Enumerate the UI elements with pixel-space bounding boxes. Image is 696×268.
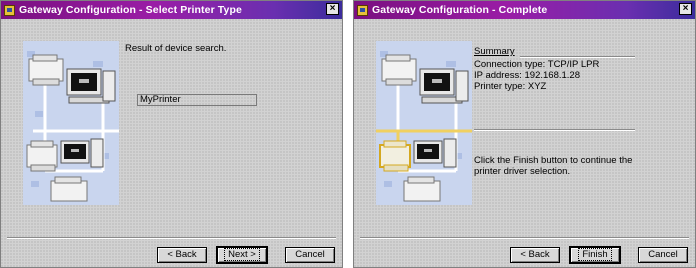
back-button[interactable]: < Back — [510, 247, 560, 263]
connection-type-text: Connection type: TCP/IP LPR — [474, 59, 600, 70]
printer-type-text: Printer type: XYZ — [474, 81, 547, 92]
app-icon — [4, 4, 15, 16]
finish-button[interactable]: Finish — [569, 246, 621, 264]
window-title: Gateway Configuration - Select Printer T… — [19, 4, 242, 16]
finish-button-label: Finish — [578, 248, 612, 261]
app-icon — [357, 4, 368, 16]
network-printers-image — [376, 41, 472, 205]
network-illustration — [23, 41, 119, 205]
title-bar: Gateway Configuration - Select Printer T… — [1, 1, 342, 19]
result-of-device-search-label: Result of device search. — [125, 43, 227, 54]
finish-instruction-line-2: printer driver selection. — [474, 166, 571, 177]
next-button[interactable]: Next > — [216, 246, 268, 264]
configuration-complete-dialog: Gateway Configuration - Complete × Summa… — [353, 0, 696, 268]
back-button[interactable]: < Back — [157, 247, 207, 263]
summary-separator — [520, 56, 635, 58]
finish-instructions: Click the Finish button to continue the … — [474, 155, 632, 177]
content-separator — [474, 129, 635, 131]
next-button-label: Next > — [224, 248, 260, 261]
close-button[interactable]: × — [326, 3, 339, 15]
network-illustration — [376, 41, 472, 205]
network-printers-image — [23, 41, 119, 205]
title-bar: Gateway Configuration - Complete × — [354, 1, 695, 19]
close-button[interactable]: × — [679, 3, 692, 15]
window-title: Gateway Configuration - Complete — [372, 4, 548, 16]
summary-details: Connection type: TCP/IP LPR IP address: … — [474, 59, 599, 92]
summary-label: Summary — [474, 46, 515, 57]
button-separator — [7, 237, 336, 239]
cancel-button[interactable]: Cancel — [638, 247, 688, 263]
ip-address-text: IP address: 192.168.1.28 — [474, 70, 580, 81]
printer-name-field[interactable]: MyPrinter — [137, 94, 257, 106]
finish-instruction-line-1: Click the Finish button to continue the — [474, 155, 633, 166]
button-separator — [360, 237, 689, 239]
cancel-button[interactable]: Cancel — [285, 247, 335, 263]
select-printer-type-dialog: Gateway Configuration - Select Printer T… — [0, 0, 343, 268]
